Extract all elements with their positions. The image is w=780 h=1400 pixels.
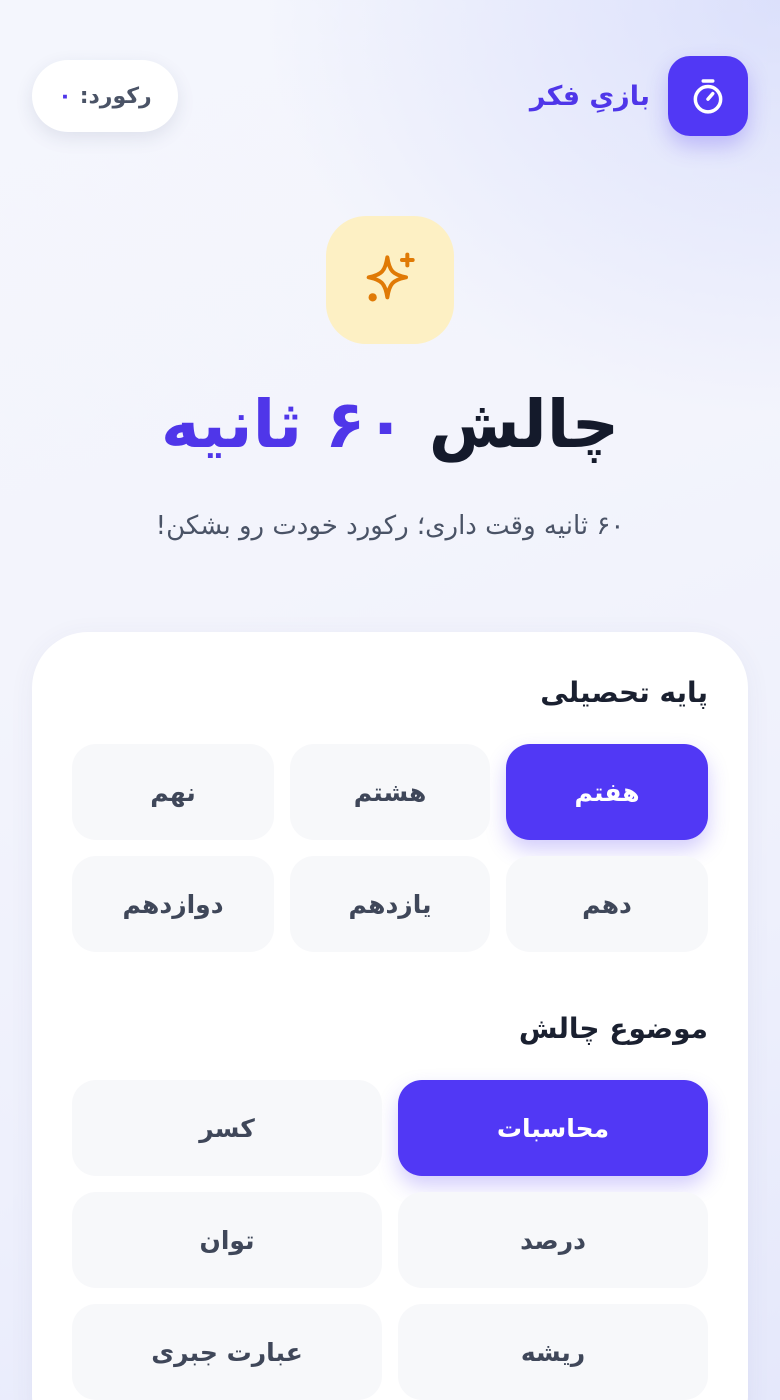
topic-option-root[interactable]: ریشه	[398, 1304, 708, 1400]
sparkles-icon	[326, 216, 454, 344]
page-subtitle: ۶۰ ثانیه وقت داری؛ رکورد خودت رو بشکن!	[155, 511, 625, 541]
page-title: چالش ۶۰ ثانیه	[0, 382, 780, 468]
grade-option-9[interactable]: نهم	[72, 744, 274, 840]
settings-card: پایه تحصیلی هفتم هشتم نهم دهم یازدهم دوا…	[32, 632, 748, 1400]
brand-title: بازیِ فکر	[529, 80, 650, 112]
record-value: ۰	[58, 83, 72, 109]
grade-option-7[interactable]: هفتم	[506, 744, 708, 840]
topic-option-arithmetic[interactable]: محاسبات	[398, 1080, 708, 1176]
record-badge: رکورد: ۰	[32, 60, 178, 132]
brand[interactable]: بازیِ فکر	[530, 56, 748, 136]
page-title-main: چالش	[428, 386, 620, 463]
grade-option-12[interactable]: دوازدهم	[72, 856, 274, 952]
topic-option-power[interactable]: توان	[72, 1192, 382, 1288]
topic-option-fraction[interactable]: کسر	[72, 1080, 382, 1176]
grade-option-10[interactable]: دهم	[506, 856, 708, 952]
stopwatch-icon	[668, 56, 748, 136]
page-title-accent: ۶۰ ثانیه	[160, 386, 406, 463]
grade-option-11[interactable]: یازدهم	[290, 856, 490, 952]
topic-option-percent[interactable]: درصد	[398, 1192, 708, 1288]
topic-section-title: موضوع چالش	[518, 1012, 708, 1045]
grade-section-title: پایه تحصیلی	[540, 676, 708, 709]
record-label: رکورد:	[79, 83, 152, 109]
grade-option-8[interactable]: هشتم	[290, 744, 490, 840]
topic-option-algebraic-expression[interactable]: عبارت جبری	[72, 1304, 382, 1400]
